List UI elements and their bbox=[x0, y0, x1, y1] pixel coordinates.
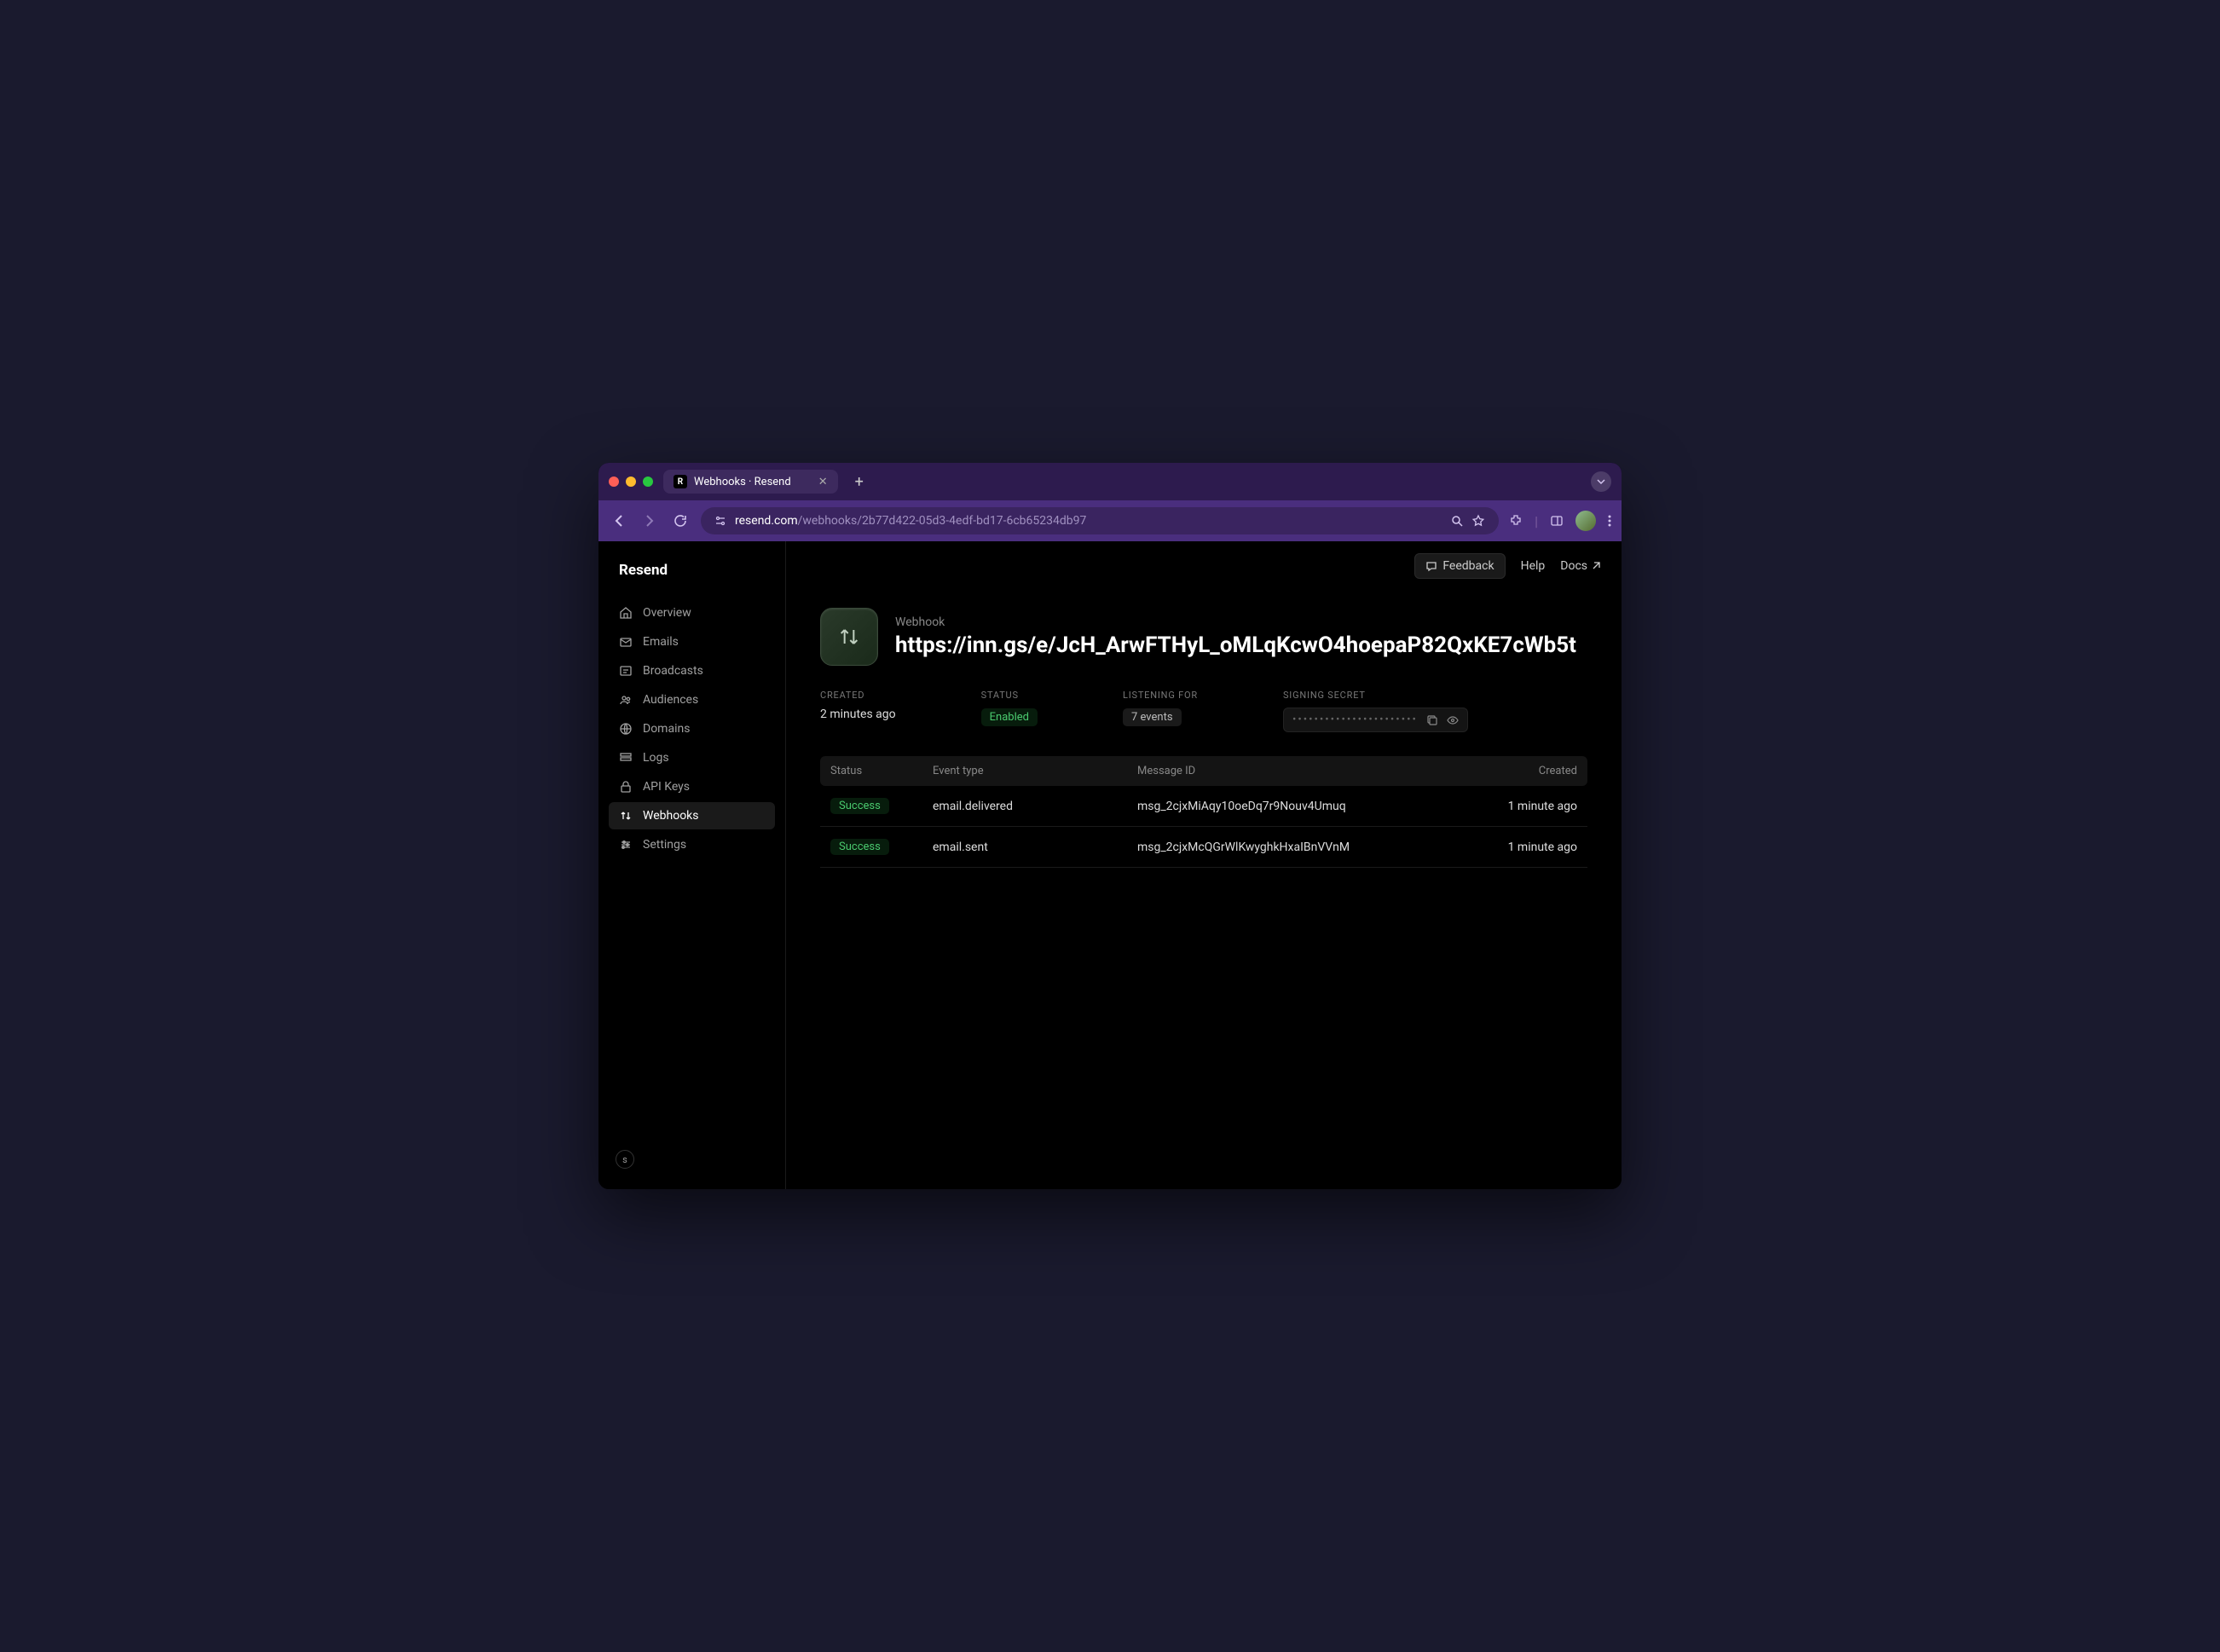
globe-icon bbox=[619, 722, 633, 736]
table-row[interactable]: Success email.sentmsg_2cjxMcQGrWlKwyghkHx… bbox=[820, 827, 1587, 868]
tabs-dropdown-button[interactable] bbox=[1591, 471, 1611, 492]
bookmark-star-icon[interactable] bbox=[1471, 514, 1485, 528]
table-row[interactable]: Success email.deliveredmsg_2cjxMiAqy10oeD… bbox=[820, 786, 1587, 827]
app-header: Feedback Help Docs bbox=[786, 541, 1622, 591]
status-badge: Enabled bbox=[981, 708, 1038, 726]
window-maximize-button[interactable] bbox=[643, 477, 653, 487]
sliders-icon bbox=[619, 838, 633, 852]
browser-url-bar: resend.com/webhooks/2b77d422-05d3-4edf-b… bbox=[598, 500, 1622, 541]
arrows-icon bbox=[619, 809, 633, 823]
app-logo[interactable]: Resend bbox=[609, 555, 775, 599]
extensions-icon[interactable] bbox=[1509, 514, 1523, 528]
cell-message-id: msg_2cjxMiAqy10oeDq7r9Nouv4Umuq bbox=[1137, 800, 1475, 813]
lock-icon bbox=[619, 780, 633, 794]
copy-secret-button[interactable] bbox=[1426, 714, 1438, 726]
col-status: Status bbox=[830, 765, 933, 777]
table-header: Status Event type Message ID Created bbox=[820, 756, 1587, 786]
cell-event: email.delivered bbox=[933, 800, 1137, 813]
browser-toolbar-icons: | bbox=[1509, 511, 1611, 531]
side-panel-icon[interactable] bbox=[1550, 514, 1564, 528]
status-badge: Success bbox=[830, 798, 889, 814]
browser-menu-icon[interactable] bbox=[1608, 514, 1611, 528]
search-icon[interactable] bbox=[1451, 515, 1463, 527]
reveal-secret-button[interactable] bbox=[1447, 714, 1459, 726]
window-minimize-button[interactable] bbox=[626, 477, 636, 487]
sidebar-item-label: Logs bbox=[643, 751, 669, 765]
col-event: Event type bbox=[933, 765, 1137, 777]
sidebar-item-audiences[interactable]: Audiences bbox=[609, 686, 775, 713]
sidebar-item-domains[interactable]: Domains bbox=[609, 715, 775, 742]
meta-listening: LISTENING FOR 7 events bbox=[1123, 690, 1198, 726]
sidebar-item-settings[interactable]: Settings bbox=[609, 831, 775, 858]
cell-message-id: msg_2cjxMcQGrWlKwyghkHxaIBnVVnM bbox=[1137, 840, 1475, 854]
sidebar-item-broadcasts[interactable]: Broadcasts bbox=[609, 657, 775, 684]
webhook-kicker: Webhook bbox=[895, 615, 1587, 629]
megaphone-icon bbox=[619, 664, 633, 678]
users-icon bbox=[619, 693, 633, 707]
external-link-icon bbox=[1591, 561, 1601, 571]
mail-icon bbox=[619, 635, 633, 649]
profile-avatar[interactable] bbox=[1575, 511, 1596, 531]
tab-close-icon[interactable]: ✕ bbox=[818, 476, 828, 488]
site-settings-icon[interactable] bbox=[714, 515, 726, 527]
url-text: resend.com/webhooks/2b77d422-05d3-4edf-b… bbox=[735, 514, 1442, 528]
traffic-lights bbox=[609, 477, 653, 487]
sidebar: Resend Overview Emails Broadcasts Audiences… bbox=[598, 541, 786, 1189]
sidebar-item-label: Overview bbox=[643, 606, 691, 620]
meta-status: STATUS Enabled bbox=[981, 690, 1038, 726]
cell-created: 1 minute ago bbox=[1475, 840, 1577, 854]
sidebar-item-emails[interactable]: Emails bbox=[609, 628, 775, 656]
col-msg: Message ID bbox=[1137, 765, 1475, 777]
reload-button[interactable] bbox=[670, 511, 691, 531]
back-button[interactable] bbox=[609, 511, 629, 531]
cell-created: 1 minute ago bbox=[1475, 800, 1577, 813]
events-badge[interactable]: 7 events bbox=[1123, 708, 1182, 726]
cell-event: email.sent bbox=[933, 840, 1137, 854]
meta-secret: SIGNING SECRET ••••••••••••••••••••••• bbox=[1283, 690, 1468, 732]
col-created: Created bbox=[1475, 765, 1577, 777]
webhook-detail: Webhook https://inn.gs/e/JcH_ArwFTHyL_oM… bbox=[786, 591, 1622, 885]
chat-icon bbox=[1425, 560, 1437, 572]
main-content: Feedback Help Docs Webhook bbox=[786, 541, 1622, 1189]
secret-mask: ••••••••••••••••••••••• bbox=[1292, 713, 1418, 726]
sidebar-item-label: Webhooks bbox=[643, 809, 699, 823]
window-close-button[interactable] bbox=[609, 477, 619, 487]
sidebar-item-label: Audiences bbox=[643, 693, 698, 707]
sidebar-item-label: Emails bbox=[643, 635, 679, 649]
browser-tab-bar: R Webhooks · Resend ✕ + bbox=[598, 463, 1622, 500]
events-table: Status Event type Message ID Created Suc… bbox=[820, 756, 1587, 868]
sidebar-item-label: API Keys bbox=[643, 780, 690, 794]
sidebar-item-logs[interactable]: Logs bbox=[609, 744, 775, 771]
app-root: Resend Overview Emails Broadcasts Audiences… bbox=[598, 541, 1622, 1189]
logs-icon bbox=[619, 751, 633, 765]
favicon-icon: R bbox=[674, 475, 687, 488]
docs-link[interactable]: Docs bbox=[1560, 559, 1601, 573]
url-input[interactable]: resend.com/webhooks/2b77d422-05d3-4edf-b… bbox=[701, 507, 1499, 534]
meta-created: CREATED 2 minutes ago bbox=[820, 690, 896, 721]
webhook-icon-tile bbox=[820, 608, 878, 666]
feedback-button[interactable]: Feedback bbox=[1414, 553, 1505, 579]
sidebar-item-webhooks[interactable]: Webhooks bbox=[609, 802, 775, 829]
browser-tab[interactable]: R Webhooks · Resend ✕ bbox=[663, 470, 838, 494]
help-link[interactable]: Help bbox=[1521, 559, 1546, 573]
home-icon bbox=[619, 606, 633, 620]
sidebar-item-overview[interactable]: Overview bbox=[609, 599, 775, 627]
status-badge: Success bbox=[830, 839, 889, 855]
user-badge[interactable]: s bbox=[616, 1150, 634, 1169]
tab-title: Webhooks · Resend bbox=[694, 476, 791, 488]
arrows-up-down-icon bbox=[835, 623, 863, 650]
sidebar-item-label: Broadcasts bbox=[643, 664, 703, 678]
sidebar-item-api-keys[interactable]: API Keys bbox=[609, 773, 775, 800]
webhook-url: https://inn.gs/e/JcH_ArwFTHyL_oMLqKcwO4h… bbox=[895, 632, 1587, 658]
new-tab-button[interactable]: + bbox=[848, 473, 870, 491]
sidebar-item-label: Settings bbox=[643, 838, 686, 852]
sidebar-item-label: Domains bbox=[643, 722, 690, 736]
signing-secret-box: ••••••••••••••••••••••• bbox=[1283, 708, 1468, 732]
forward-button[interactable] bbox=[639, 511, 660, 531]
browser-window: R Webhooks · Resend ✕ + resend.com/webho… bbox=[598, 463, 1622, 1189]
